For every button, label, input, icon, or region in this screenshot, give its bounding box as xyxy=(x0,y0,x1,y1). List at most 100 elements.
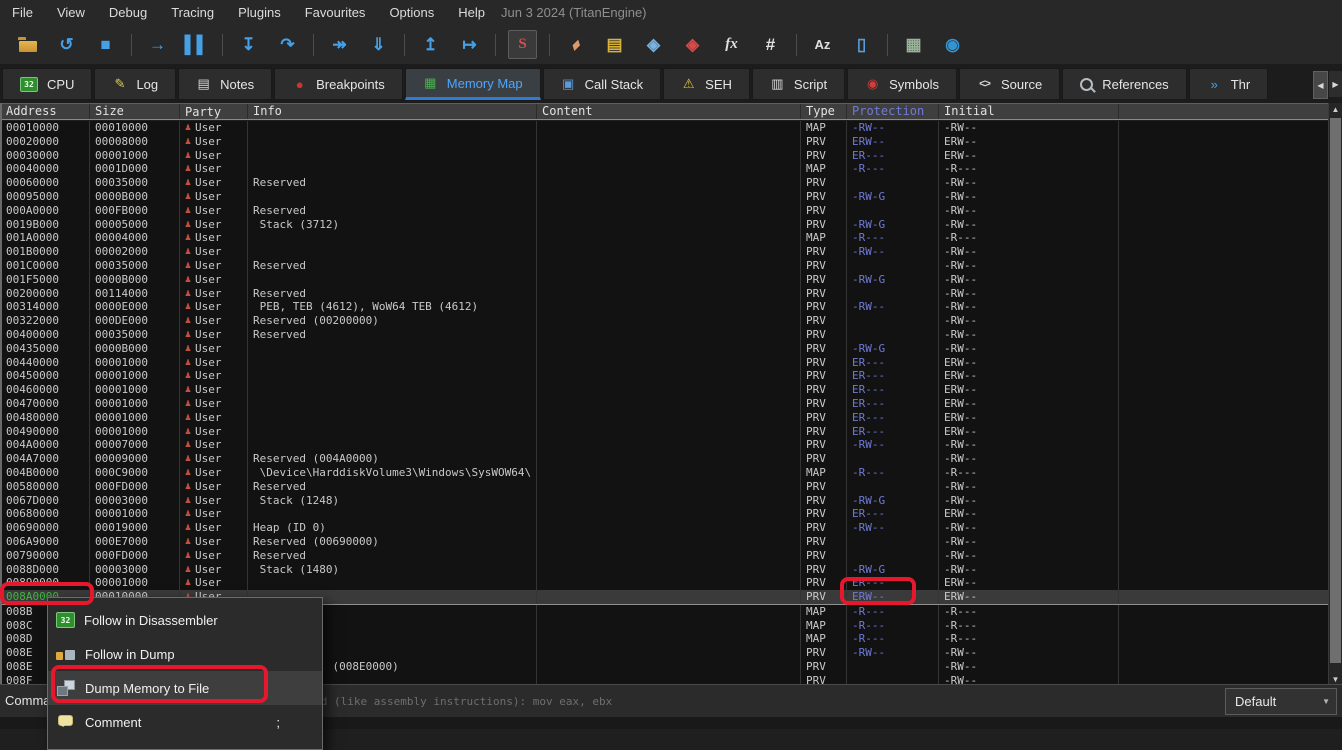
table-row[interactable]: 00790000000FD000♟UserReservedPRV-RW-- xyxy=(2,549,1328,563)
menu-item-follow-in-disassembler[interactable]: 32Follow in Disassembler xyxy=(48,603,322,637)
table-row[interactable]: 0069000000019000♟UserHeap (ID 0)PRV-RW--… xyxy=(2,521,1328,535)
column-header-size[interactable]: Size xyxy=(90,104,180,119)
menu-plugins[interactable]: Plugins xyxy=(226,1,293,24)
tab-call-stack[interactable]: ▣Call Stack xyxy=(543,68,662,100)
scrollbar-thumb[interactable] xyxy=(1330,118,1341,663)
table-row[interactable]: 0020000000114000♟UserReservedPRV-RW-- xyxy=(2,287,1328,301)
column-header-type[interactable]: Type xyxy=(801,104,847,119)
tab-scroll-right-button[interactable]: ▶ xyxy=(1329,71,1342,97)
table-row[interactable]: 0044000000001000♟UserPRVER---ERW-- xyxy=(2,356,1328,370)
tab-seh[interactable]: ⚠SEH xyxy=(663,68,750,100)
trace-icon[interactable]: S xyxy=(508,30,537,59)
functions-icon[interactable]: fx xyxy=(718,31,745,58)
table-row[interactable]: 0046000000001000♟UserPRVER---ERW-- xyxy=(2,383,1328,397)
menu-favourites[interactable]: Favourites xyxy=(293,1,378,24)
tab-cpu[interactable]: 32CPU xyxy=(2,68,92,100)
tab-notes[interactable]: ▤Notes xyxy=(178,68,272,100)
table-row[interactable]: 000A0000000FB000♟UserReservedPRV-RW-- xyxy=(2,204,1328,218)
table-row[interactable]: 004350000000B000♟UserPRV-RW-G-RW-- xyxy=(2,342,1328,356)
pause-icon[interactable]: ▌▌ xyxy=(183,31,210,58)
step-into-icon[interactable]: ↧ xyxy=(235,31,262,58)
table-row[interactable]: 001A000000004000♟UserMAP-R----R--- xyxy=(2,231,1328,245)
tab-thr[interactable]: »Thr xyxy=(1189,68,1269,100)
step-out-icon[interactable]: ↥ xyxy=(417,31,444,58)
table-row[interactable]: 0003000000001000♟UserPRVER---ERW-- xyxy=(2,149,1328,163)
notes-document-icon: ▤ xyxy=(196,76,211,92)
table-row[interactable]: 0001000000010000♟UserMAP-RW---RW-- xyxy=(2,121,1328,135)
table-row[interactable]: 0088D00000003000♟User Stack (1480)PRV-RW… xyxy=(2,563,1328,577)
run-icon[interactable]: → xyxy=(144,31,171,58)
restart-icon[interactable]: ↺ xyxy=(53,31,80,58)
column-header-protection[interactable]: Protection xyxy=(847,104,939,119)
table-row[interactable]: 00580000000FD000♟UserReservedPRV-RW-- xyxy=(2,480,1328,494)
menu-help[interactable]: Help xyxy=(446,1,497,24)
table-row[interactable]: 0006000000035000♟UserReservedPRV-RW-- xyxy=(2,176,1328,190)
table-row[interactable]: 00322000000DE000♟UserReserved (00200000)… xyxy=(2,314,1328,328)
menu-tracing[interactable]: Tracing xyxy=(159,1,226,24)
table-row[interactable]: 004A700000009000♟UserReserved (004A0000)… xyxy=(2,452,1328,466)
column-header-address[interactable]: Address xyxy=(2,104,90,119)
menu-item-follow-in-dump[interactable]: Follow in Dump xyxy=(48,637,322,671)
table-row[interactable]: 000400000001D000♟UserMAP-R----R--- xyxy=(2,162,1328,176)
cpu-chip-icon: 32 xyxy=(20,77,38,92)
menu-view[interactable]: View xyxy=(45,1,97,24)
tab-references[interactable]: References xyxy=(1062,68,1186,100)
table-row[interactable]: 0019B00000005000♟User Stack (3712)PRV-RW… xyxy=(2,218,1328,232)
animate-into-icon[interactable]: ↠ xyxy=(326,31,353,58)
column-header-content[interactable]: Content xyxy=(537,104,801,119)
user-icon: ♟ xyxy=(185,342,191,356)
column-header-initial[interactable]: Initial xyxy=(939,104,1119,119)
profile-dropdown[interactable]: Default ▼ xyxy=(1225,688,1337,715)
menu-options[interactable]: Options xyxy=(377,1,446,24)
bookmarks-icon[interactable]: ◈ xyxy=(679,31,706,58)
comment-icon[interactable]: ▤ xyxy=(601,31,628,58)
column-header-party[interactable]: Party xyxy=(180,104,248,119)
table-row[interactable]: 003140000000E000♟User PEB, TEB (4612), W… xyxy=(2,300,1328,314)
table-row[interactable]: 0047000000001000♟UserPRVER---ERW-- xyxy=(2,397,1328,411)
tab-breakpoints[interactable]: ●Breakpoints xyxy=(274,68,403,100)
tab-script[interactable]: ▥Script xyxy=(752,68,845,100)
table-row[interactable]: 0089000000001000♟UserPRVER---ERW-- xyxy=(2,576,1328,590)
table-row[interactable]: 004B0000000C9000♟User \Device\HarddiskVo… xyxy=(2,466,1328,480)
menu-debug[interactable]: Debug xyxy=(97,1,159,24)
tab-source[interactable]: <>Source xyxy=(959,68,1060,100)
table-row[interactable]: 0067D00000003000♟User Stack (1248)PRV-RW… xyxy=(2,494,1328,508)
tab-scroll-left-button[interactable]: ◀ xyxy=(1313,71,1328,99)
table-row[interactable]: 0049000000001000♟UserPRVER---ERW-- xyxy=(2,425,1328,439)
scroll-up-icon[interactable]: ▲ xyxy=(1329,103,1342,117)
table-row[interactable]: 006A9000000E7000♟UserReserved (00690000)… xyxy=(2,535,1328,549)
help-globe-icon[interactable]: ◉ xyxy=(939,31,966,58)
initial-cell: -R--- xyxy=(939,605,1119,619)
stop-icon[interactable]: ■ xyxy=(92,31,119,58)
labels-icon[interactable]: ◈ xyxy=(640,31,667,58)
hash-icon[interactable]: # xyxy=(757,31,784,58)
info-cell: Reserved xyxy=(248,328,537,342)
table-row[interactable]: 0002000000008000♟UserPRVERW--ERW-- xyxy=(2,135,1328,149)
table-row[interactable]: 0045000000001000♟UserPRVER---ERW-- xyxy=(2,369,1328,383)
calculator-icon[interactable]: ▦ xyxy=(900,31,927,58)
tab-memory-map[interactable]: ▦Memory Map xyxy=(405,68,541,100)
menu-file[interactable]: File xyxy=(0,1,45,24)
table-row[interactable]: 001B000000002000♟UserPRV-RW---RW-- xyxy=(2,245,1328,259)
tab-log[interactable]: ✎Log xyxy=(94,68,176,100)
patches-icon[interactable]: ▰ xyxy=(556,25,594,63)
table-row[interactable]: 004A000000007000♟UserPRV-RW---RW-- xyxy=(2,438,1328,452)
menu-item-comment[interactable]: Comment; xyxy=(48,705,322,739)
menu-item-dump-memory-to-file[interactable]: Dump Memory to File xyxy=(48,671,322,705)
table-row[interactable]: 000950000000B000♟UserPRV-RW-G-RW-- xyxy=(2,190,1328,204)
memory-layout-icon[interactable]: ▯ xyxy=(848,31,875,58)
column-header-info[interactable]: Info xyxy=(248,104,537,119)
party-cell: ♟User xyxy=(180,549,248,563)
step-over-icon[interactable]: ↷ xyxy=(274,31,301,58)
table-row[interactable]: 001F50000000B000♟UserPRV-RW-G-RW-- xyxy=(2,273,1328,287)
table-row[interactable]: 0048000000001000♟UserPRVER---ERW-- xyxy=(2,411,1328,425)
table-row[interactable]: 0040000000035000♟UserReservedPRV-RW-- xyxy=(2,328,1328,342)
tab-symbols[interactable]: ◉Symbols xyxy=(847,68,957,100)
run-to-user-code-icon[interactable]: ↦ xyxy=(456,31,483,58)
animate-over-icon[interactable]: ⇓ xyxy=(365,31,392,58)
table-row[interactable]: 001C000000035000♟UserReservedPRV-RW-- xyxy=(2,259,1328,273)
open-file-icon[interactable] xyxy=(14,31,41,58)
text-icon[interactable]: Az xyxy=(809,31,836,58)
vertical-scrollbar[interactable]: ▲ ▼ xyxy=(1328,103,1342,687)
table-row[interactable]: 0068000000001000♟UserPRVER---ERW-- xyxy=(2,507,1328,521)
